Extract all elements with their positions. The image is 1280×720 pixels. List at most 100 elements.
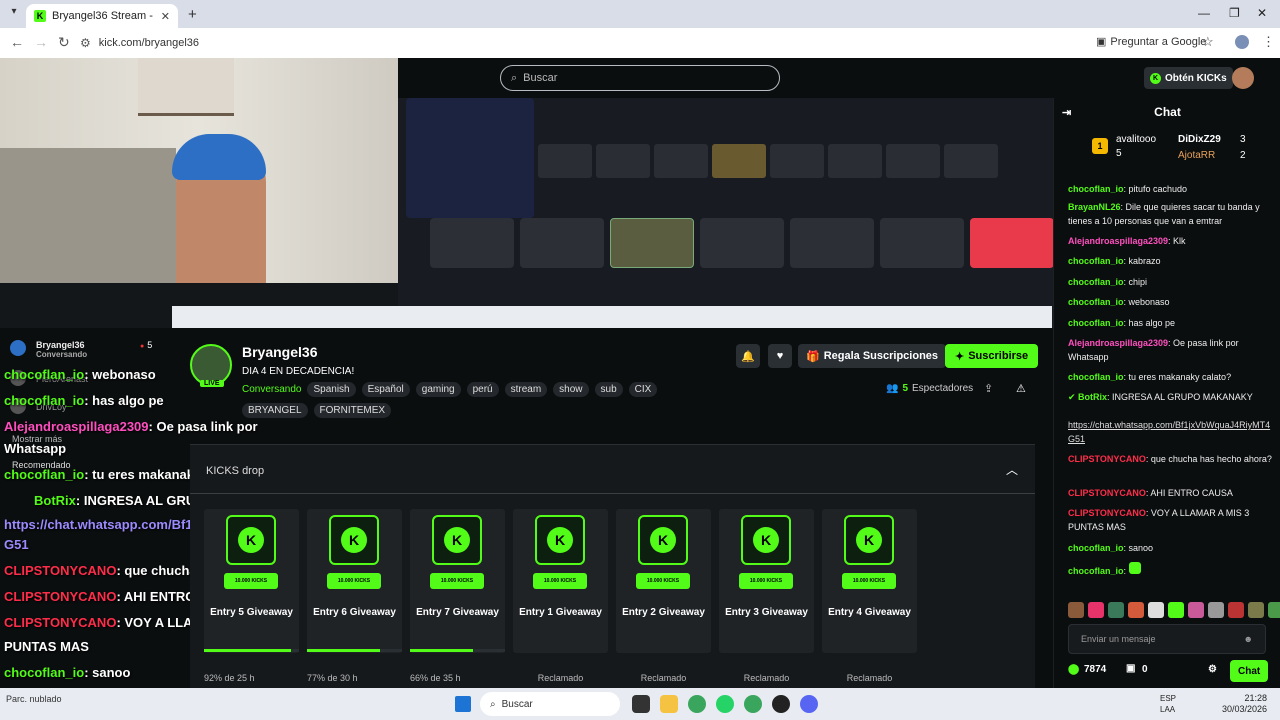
chat-settings-icon[interactable]: ⚙ bbox=[1208, 664, 1217, 675]
search-input[interactable]: ⌕ Buscar bbox=[500, 65, 780, 91]
emoji-picker-icon[interactable]: ☻ bbox=[1244, 634, 1253, 644]
share-icon[interactable]: ⇪ bbox=[984, 382, 993, 395]
back-icon[interactable]: ← bbox=[10, 34, 24, 50]
category-link[interactable]: Conversando bbox=[242, 384, 301, 395]
file-explorer-icon[interactable] bbox=[660, 695, 678, 713]
restore-icon[interactable]: ❐ bbox=[1229, 6, 1240, 20]
tag[interactable]: Español bbox=[361, 382, 410, 397]
tag[interactable]: stream bbox=[504, 382, 548, 397]
language-indicator[interactable]: ESP LAA bbox=[1160, 693, 1176, 715]
browser-menu-icon[interactable]: ⋮ bbox=[1262, 34, 1275, 50]
tag[interactable]: gaming bbox=[415, 382, 461, 397]
emote-icon[interactable] bbox=[1128, 602, 1144, 618]
close-window-icon[interactable]: ✕ bbox=[1257, 6, 1267, 20]
gift-box-icon[interactable]: ▣ bbox=[1126, 663, 1135, 674]
clock[interactable]: 21:28 30/03/2026 bbox=[1222, 693, 1267, 715]
chat-user[interactable]: chocoflan_io bbox=[1068, 256, 1124, 266]
chat-user[interactable]: chocoflan_io bbox=[1068, 277, 1124, 287]
giveaway-card[interactable]: K 10.000 KICKS Entry 7 Giveaway 66% de 35 h bbox=[410, 509, 505, 683]
emote-icon[interactable] bbox=[1148, 602, 1164, 618]
chrome-icon[interactable] bbox=[688, 695, 706, 713]
giveaway-card[interactable]: K 10.000 KICKS Entry 2 Giveaway Reclamado bbox=[616, 509, 711, 683]
url-field[interactable]: ⚙ kick.com/bryangel36 bbox=[80, 32, 1220, 54]
emote-icon[interactable] bbox=[1268, 602, 1280, 618]
emote-icon[interactable] bbox=[1108, 602, 1124, 618]
taskbar-search[interactable]: ⌕ Buscar bbox=[480, 692, 620, 716]
chat-user[interactable]: Alejandroaspillaga2309 bbox=[1068, 236, 1168, 246]
tag[interactable]: FORNITEMEX bbox=[313, 403, 392, 418]
follow-heart-icon[interactable]: ♥ bbox=[768, 344, 792, 368]
emote-icon[interactable] bbox=[1248, 602, 1264, 618]
chat-user[interactable]: chocoflan_io bbox=[1068, 318, 1124, 328]
video-player[interactable] bbox=[0, 58, 1053, 328]
profile-avatar[interactable] bbox=[1235, 35, 1249, 49]
giveaway-name: Entry 6 Giveaway bbox=[313, 607, 396, 618]
tag[interactable]: perú bbox=[466, 382, 499, 397]
emote-icon[interactable] bbox=[1208, 602, 1224, 618]
giveaway-card[interactable]: K 10.000 KICKS Entry 1 Giveaway Reclamado bbox=[513, 509, 608, 683]
whatsapp-icon[interactable] bbox=[716, 695, 734, 713]
emote-icon[interactable] bbox=[1188, 602, 1204, 618]
chrome-icon[interactable] bbox=[744, 695, 762, 713]
streamer-name[interactable]: Bryangel36 bbox=[242, 344, 317, 360]
windows-start-icon[interactable] bbox=[455, 696, 471, 712]
chat-user[interactable]: Alejandroaspillaga2309 bbox=[1068, 338, 1168, 348]
leader-name[interactable]: avalitooo bbox=[1116, 134, 1156, 145]
site-info-icon[interactable]: ⚙ bbox=[80, 36, 91, 50]
tag[interactable]: BRYANGEL bbox=[242, 403, 308, 418]
bookmark-star-icon[interactable]: ☆ bbox=[1202, 34, 1214, 50]
subscribe-button[interactable]: ✦ Suscribirse bbox=[945, 344, 1039, 368]
tag[interactable]: sub bbox=[594, 382, 623, 397]
new-tab-button[interactable]: + bbox=[188, 6, 197, 23]
giveaway-card[interactable]: K 10.000 KICKS Entry 5 Giveaway 92% de 25 h bbox=[204, 509, 299, 683]
browser-tab[interactable]: K Bryangel36 Stream - Watch Live ✕ bbox=[26, 4, 178, 28]
leader-name[interactable]: DiDixZ29 bbox=[1178, 134, 1221, 145]
get-kicks-button[interactable]: K Obtén KICKs bbox=[1144, 67, 1233, 89]
tab-close-icon[interactable]: ✕ bbox=[161, 10, 170, 23]
user-avatar[interactable] bbox=[1232, 67, 1254, 89]
chat-user[interactable]: chocoflan_io bbox=[1068, 297, 1124, 307]
forward-icon[interactable]: → bbox=[34, 34, 48, 50]
minimize-icon[interactable]: — bbox=[1198, 6, 1210, 20]
tab-search-icon[interactable]: ▾ bbox=[6, 6, 22, 22]
collapse-chevron-icon[interactable]: ︿ bbox=[1006, 461, 1018, 478]
giveaway-card[interactable]: K 10.000 KICKS Entry 6 Giveaway 77% de 30 h bbox=[307, 509, 402, 683]
emote-icon[interactable] bbox=[1228, 602, 1244, 618]
discord-icon[interactable] bbox=[800, 695, 818, 713]
notifications-bell-icon[interactable]: 🔔 bbox=[736, 344, 760, 368]
send-chat-button[interactable]: Chat bbox=[1230, 660, 1269, 682]
chat-link[interactable]: https://chat.whatsapp.com/Bf1jxVbWquaJ4R… bbox=[1068, 420, 1270, 444]
gift-subs-button[interactable]: 🎁 Regala Suscripciones bbox=[798, 344, 947, 368]
report-icon[interactable]: ⚠ bbox=[1016, 382, 1026, 395]
chat-message-input[interactable]: Enviar un mensaje ☻ bbox=[1068, 624, 1266, 654]
tag[interactable]: CIX bbox=[628, 382, 658, 397]
giveaway-card[interactable]: K 10.000 KICKS Entry 4 Giveaway Reclamado bbox=[822, 509, 917, 683]
sidebar-item-bryangel36[interactable]: Bryangel36 Conversando bbox=[36, 340, 87, 359]
points-icon[interactable]: ⬤ bbox=[1068, 664, 1079, 675]
chat-user[interactable]: chocoflan_io bbox=[1068, 184, 1124, 194]
chat-user[interactable]: BrayanNL26 bbox=[1068, 202, 1121, 212]
giveaway-progress bbox=[204, 649, 299, 652]
ask-google-button[interactable]: ▣ Preguntar a Google bbox=[1096, 35, 1206, 49]
weather-widget[interactable]: Parc. nublado bbox=[6, 694, 62, 704]
chat-user[interactable]: CLIPSTONYCANO bbox=[1068, 454, 1146, 464]
emote-icon[interactable] bbox=[1068, 602, 1084, 618]
chat-user[interactable]: chocoflan_io bbox=[1068, 543, 1124, 553]
obs-icon[interactable] bbox=[772, 695, 790, 713]
chat-user[interactable]: chocoflan_io bbox=[1068, 372, 1124, 382]
avatar[interactable] bbox=[10, 340, 26, 356]
giveaway-card[interactable]: K 10.000 KICKS Entry 3 Giveaway Reclamado bbox=[719, 509, 814, 683]
tag[interactable]: Spanish bbox=[307, 382, 356, 397]
tag[interactable]: show bbox=[553, 382, 589, 397]
chat-user[interactable]: CLIPSTONYCANO bbox=[1068, 488, 1146, 498]
chat-user[interactable]: BotRix bbox=[1078, 392, 1107, 402]
emote-icon[interactable] bbox=[1168, 602, 1184, 618]
chat-user[interactable]: CLIPSTONYCANO bbox=[1068, 508, 1146, 518]
leader-name[interactable]: AjotaRR bbox=[1178, 150, 1215, 161]
emote-icon[interactable] bbox=[1088, 602, 1104, 618]
collapse-chat-icon[interactable]: ⇥ bbox=[1062, 106, 1071, 119]
chat-user[interactable]: chocoflan_io bbox=[1068, 566, 1124, 576]
chat-panel: ⇥ Chat 1 avalitooo 5 DiDixZ29 3 AjotaRR … bbox=[1053, 98, 1280, 688]
task-view-icon[interactable] bbox=[632, 695, 650, 713]
reload-icon[interactable]: ↻ bbox=[58, 34, 70, 51]
